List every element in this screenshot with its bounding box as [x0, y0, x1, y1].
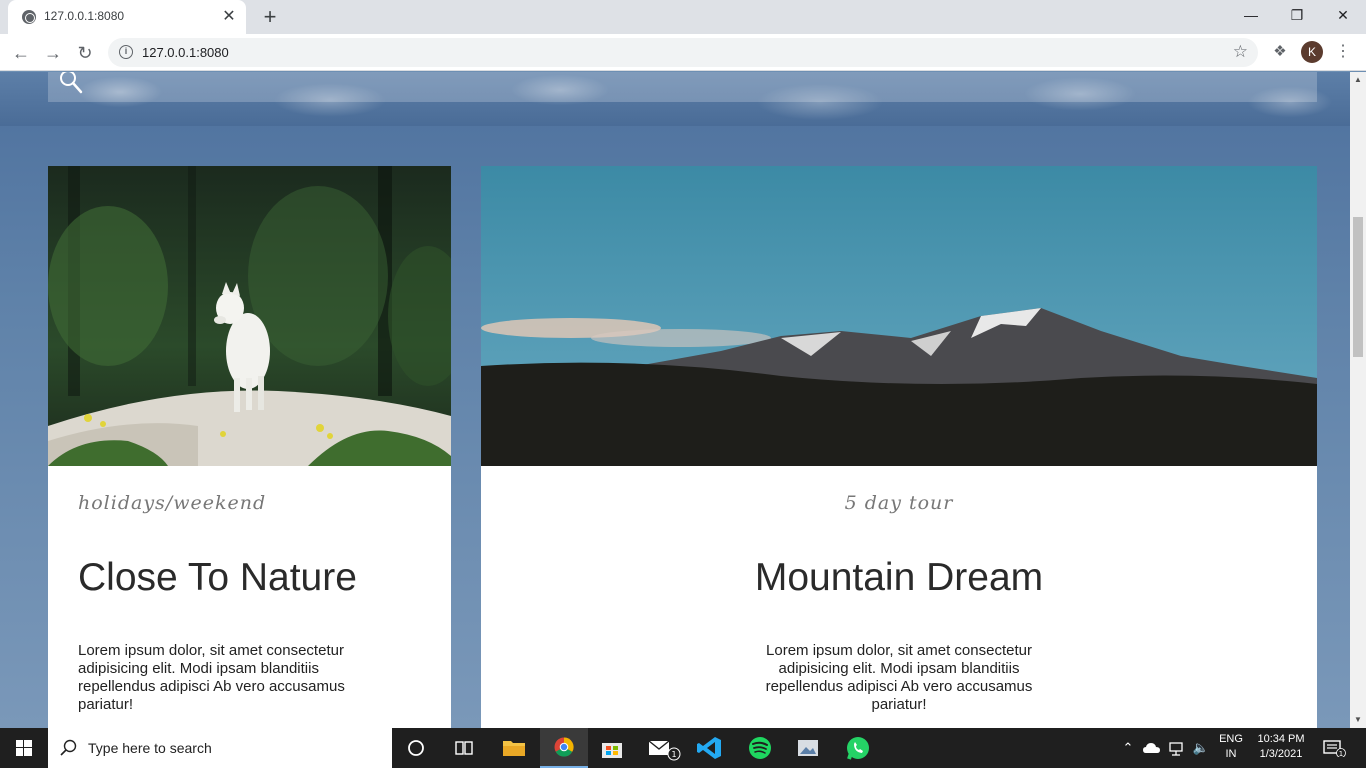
- language-code: ENG: [1219, 733, 1243, 745]
- minimize-button[interactable]: —: [1228, 0, 1274, 30]
- region-code: IN: [1225, 748, 1237, 760]
- tab-title: 127.0.0.1:8080: [44, 9, 125, 23]
- page-viewport: holidays/weekend Close To Nature Lorem i…: [0, 72, 1350, 728]
- browser-tab[interactable]: 127.0.0.1:8080 ✕: [8, 0, 246, 34]
- tab-close-button[interactable]: ✕: [220, 8, 238, 26]
- spotify-icon[interactable]: [736, 728, 784, 768]
- clock-time: 10:34 PM: [1257, 733, 1305, 745]
- back-arrow-icon[interactable]: ←: [8, 40, 34, 66]
- browser-toolbar: ← → ↻ i 127.0.0.1:8080 ☆ ❖ K ⋮: [0, 34, 1366, 71]
- vscode-icon[interactable]: [686, 728, 734, 768]
- new-tab-button[interactable]: +: [258, 5, 282, 29]
- profile-avatar[interactable]: K: [1301, 41, 1323, 63]
- photos-app-icon[interactable]: [784, 728, 832, 768]
- card-description: Lorem ipsum dolor, sit amet consectetur …: [78, 642, 345, 713]
- chrome-icon[interactable]: [540, 728, 588, 768]
- browser-menu-icon[interactable]: ⋮: [1334, 40, 1352, 64]
- wolf-image: [48, 166, 451, 466]
- card-category: holidays/weekend: [78, 492, 267, 514]
- globe-icon: [22, 10, 36, 24]
- notification-center-icon[interactable]: 1: [1322, 739, 1346, 757]
- extensions-puzzle-icon[interactable]: ❖: [1269, 40, 1291, 64]
- input-language-indicator[interactable]: ENG IN: [1215, 732, 1247, 762]
- search-icon[interactable]: [58, 72, 84, 96]
- address-bar[interactable]: i 127.0.0.1:8080 ☆: [108, 38, 1258, 67]
- card-category: 5 day tour: [844, 492, 954, 514]
- card-title: Close To Nature: [78, 556, 357, 599]
- search-input[interactable]: [48, 72, 1317, 102]
- cortana-icon[interactable]: [392, 728, 440, 768]
- mountain-image: [481, 166, 1317, 466]
- search-icon: [60, 739, 77, 756]
- card-title: Mountain Dream: [754, 556, 1044, 599]
- microsoft-store-icon[interactable]: [588, 728, 636, 768]
- restore-button[interactable]: ❐: [1274, 0, 1320, 30]
- hero-banner: [0, 72, 1350, 126]
- onedrive-cloud-icon[interactable]: [1142, 739, 1162, 757]
- task-view-icon[interactable]: [440, 728, 488, 768]
- file-explorer-icon[interactable]: [490, 728, 538, 768]
- clock-date: 1/3/2021: [1259, 748, 1303, 760]
- taskbar-clock[interactable]: 10:34 PM 1/3/2021: [1250, 732, 1312, 762]
- page-scrollbar[interactable]: ▲ ▼: [1350, 72, 1366, 728]
- info-icon[interactable]: i: [119, 45, 133, 59]
- url-text[interactable]: 127.0.0.1:8080: [142, 45, 229, 60]
- scroll-down-arrow-icon[interactable]: ▼: [1350, 712, 1366, 728]
- scroll-up-arrow-icon[interactable]: ▲: [1350, 72, 1366, 88]
- windows-taskbar: Type here to search 1 ⌃ 🔈 ENG IN 10:34 P…: [0, 728, 1366, 768]
- browser-tab-strip: 127.0.0.1:8080 ✕ + — ❐ ✕: [0, 0, 1366, 34]
- tour-card[interactable]: 5 day tour Mountain Dream Lorem ipsum do…: [481, 166, 1317, 728]
- reload-icon[interactable]: ↻: [72, 40, 98, 66]
- whatsapp-icon[interactable]: [834, 728, 882, 768]
- mail-badge: 1: [671, 750, 676, 759]
- scrollbar-thumb[interactable]: [1353, 217, 1363, 357]
- card-description: Lorem ipsum dolor, sit amet consectetur …: [765, 642, 1033, 713]
- forward-arrow-icon[interactable]: →: [40, 40, 66, 66]
- close-window-button[interactable]: ✕: [1320, 0, 1366, 30]
- windows-start-icon[interactable]: [0, 728, 48, 768]
- notification-count: 1: [1339, 750, 1343, 757]
- tour-card[interactable]: holidays/weekend Close To Nature Lorem i…: [48, 166, 451, 728]
- taskbar-search-box[interactable]: Type here to search: [48, 728, 392, 768]
- show-hidden-icons-chevron-icon[interactable]: ⌃: [1120, 739, 1136, 757]
- bookmark-star-icon[interactable]: ☆: [1233, 42, 1248, 62]
- network-icon[interactable]: [1168, 739, 1186, 757]
- taskbar-search-placeholder: Type here to search: [88, 740, 212, 756]
- volume-icon[interactable]: 🔈: [1192, 739, 1210, 757]
- mail-icon[interactable]: 1: [636, 728, 684, 768]
